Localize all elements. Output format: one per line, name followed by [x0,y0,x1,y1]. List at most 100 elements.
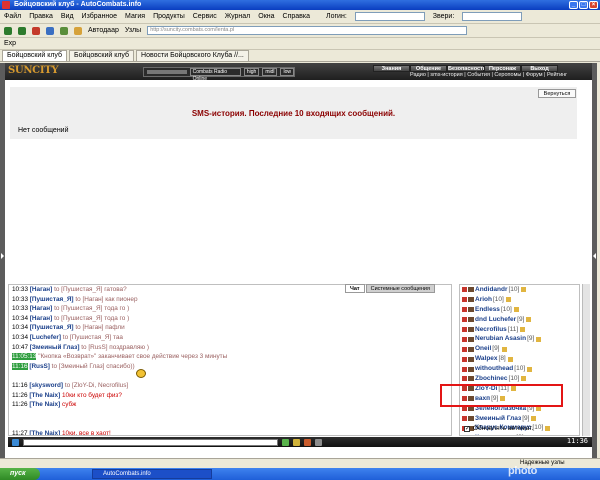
nav-exit[interactable]: Выход [521,65,558,72]
stop-icon[interactable] [32,26,40,35]
private-icon[interactable] [462,307,467,313]
message-author[interactable]: [Змеиный Глаз] [30,344,80,351]
user-name[interactable]: Endless [475,305,500,315]
info-icon[interactable] [507,356,513,362]
auto-update-toggle[interactable]: ✓ Обновлять автомат. [464,425,533,432]
info-icon[interactable] [520,327,526,332]
user-name[interactable]: Nerubian Asasin [475,334,526,344]
user-list-item[interactable]: dnd Luchefer [9] [460,315,579,325]
info-icon[interactable] [521,376,527,382]
user-list-item[interactable]: withouthead [10] [460,364,579,374]
tab-fightclub-2[interactable]: Бойцовский клуб [69,50,135,61]
user-list-item[interactable]: Andidandr [10] [460,285,579,295]
private-icon[interactable] [462,356,467,362]
menu-journal[interactable]: Журнал [225,13,251,20]
user-list-item[interactable]: Walpex [8] [460,354,579,364]
message-author[interactable]: [Наган] [30,315,53,322]
login-field[interactable] [354,12,425,21]
user-name[interactable]: Necrofilus [475,325,507,335]
user-list-item[interactable]: Necrofilus [11] [460,325,579,335]
private-icon[interactable] [462,317,467,323]
nav-knowledge[interactable]: Знания [373,65,410,72]
user-name[interactable]: dnd Luchefer [475,315,516,325]
private-icon[interactable] [462,416,467,422]
menu-magic[interactable]: Магия [125,13,145,20]
right-collapse-handle[interactable] [592,63,597,458]
info-icon[interactable] [513,307,519,313]
forward-icon[interactable] [18,26,26,35]
radio-midl-button[interactable]: midl [262,68,278,76]
info-icon[interactable] [531,416,537,422]
start-button[interactable]: пуск [0,468,40,480]
user-list-scrollbar[interactable] [582,284,590,436]
private-icon[interactable] [462,297,467,303]
message-author[interactable]: [The Naix] [29,430,60,435]
user-name[interactable]: Змеиный Глаз [475,414,521,424]
menu-edit[interactable]: Правка [29,13,53,20]
user-list-item[interactable]: Коммунизди[9] [460,433,579,435]
close-icon[interactable]: × [589,1,598,9]
message-author[interactable]: [The Naix] [29,392,60,399]
user-name[interactable]: Zbochinec [475,374,508,384]
private-icon[interactable] [462,346,467,352]
user-list-item[interactable]: Endless [10] [460,305,579,315]
menu-file[interactable]: Файл [4,13,21,20]
favorites-icon[interactable] [74,26,82,35]
minimize-icon[interactable]: _ [569,1,578,9]
message-author[interactable]: [Наган] [30,305,53,312]
maximize-icon[interactable]: □ [579,1,588,9]
info-icon[interactable] [501,346,507,352]
message-author[interactable]: [Наган] [30,286,53,293]
game-subnav[interactable]: Радио | sms-история | События | Серопомы… [410,72,567,78]
user-name[interactable]: withouthead [475,364,513,374]
tab-fightclub-1[interactable]: Бойцовский клуб [2,50,68,61]
smiles-icon[interactable] [293,438,300,446]
info-icon[interactable] [521,287,527,293]
radio-low-button[interactable]: low [280,68,294,76]
taskbar-item[interactable]: AutoCombats.info [92,469,212,479]
private-icon[interactable] [462,366,467,372]
tab-chat[interactable]: Чат [345,284,365,293]
message-author[interactable]: [skysword] [29,382,63,389]
tab-system-messages[interactable]: Системные сообщения [365,284,435,293]
user-list-item[interactable]: Змеиный Глаз [9] [460,414,579,424]
menu-favorites[interactable]: Избранное [82,13,117,20]
user-list-item[interactable]: Zbochinec [10] [460,374,579,384]
back-icon[interactable] [4,26,12,35]
chat-message-input[interactable] [23,438,278,446]
radio-high-button[interactable]: high [243,68,260,76]
info-icon[interactable] [536,336,542,342]
menu-products[interactable]: Продукты [153,13,185,20]
user-name[interactable]: Arioh [475,295,492,305]
clear-chat-icon[interactable] [315,438,322,446]
info-icon[interactable] [505,297,511,303]
nav-security[interactable]: Безопасность [447,65,486,72]
message-author[interactable]: [Пушистая_Я] [30,324,74,331]
menu-windows[interactable]: Окна [258,13,274,20]
user-name[interactable]: Andidandr [475,285,508,295]
nav-character[interactable]: Персонаж [484,65,521,72]
nodes-button[interactable]: Узлы [125,27,141,34]
private-icon[interactable] [462,327,467,332]
chat-tools-icon[interactable] [12,438,19,446]
beasts-field[interactable] [462,12,523,21]
user-name[interactable]: Коммунизди [475,433,515,435]
nav-communication[interactable]: Общение [410,65,447,72]
radio-label[interactable]: Combats Radio Online [189,68,241,82]
private-icon[interactable] [462,336,467,342]
message-author[interactable]: [Пушистая_Я] [30,296,74,303]
home-icon[interactable] [60,26,68,35]
send-icon[interactable] [282,438,289,446]
private-icon[interactable] [462,376,467,382]
exp-link[interactable]: Exp [4,40,16,47]
user-name[interactable]: Walpex [475,354,498,364]
checkbox-icon[interactable]: ✓ [464,425,470,432]
message-author[interactable]: [Luchefer] [30,334,61,341]
message-author[interactable]: [RusS] [29,363,50,370]
message-author[interactable]: [The Naix] [29,401,60,408]
radio-volume-slider[interactable] [147,70,187,74]
private-icon[interactable] [462,287,467,293]
user-list-item[interactable]: Nerubian Asasin [9] [460,334,579,344]
info-icon[interactable] [545,425,551,431]
menu-view[interactable]: Вид [61,13,74,20]
